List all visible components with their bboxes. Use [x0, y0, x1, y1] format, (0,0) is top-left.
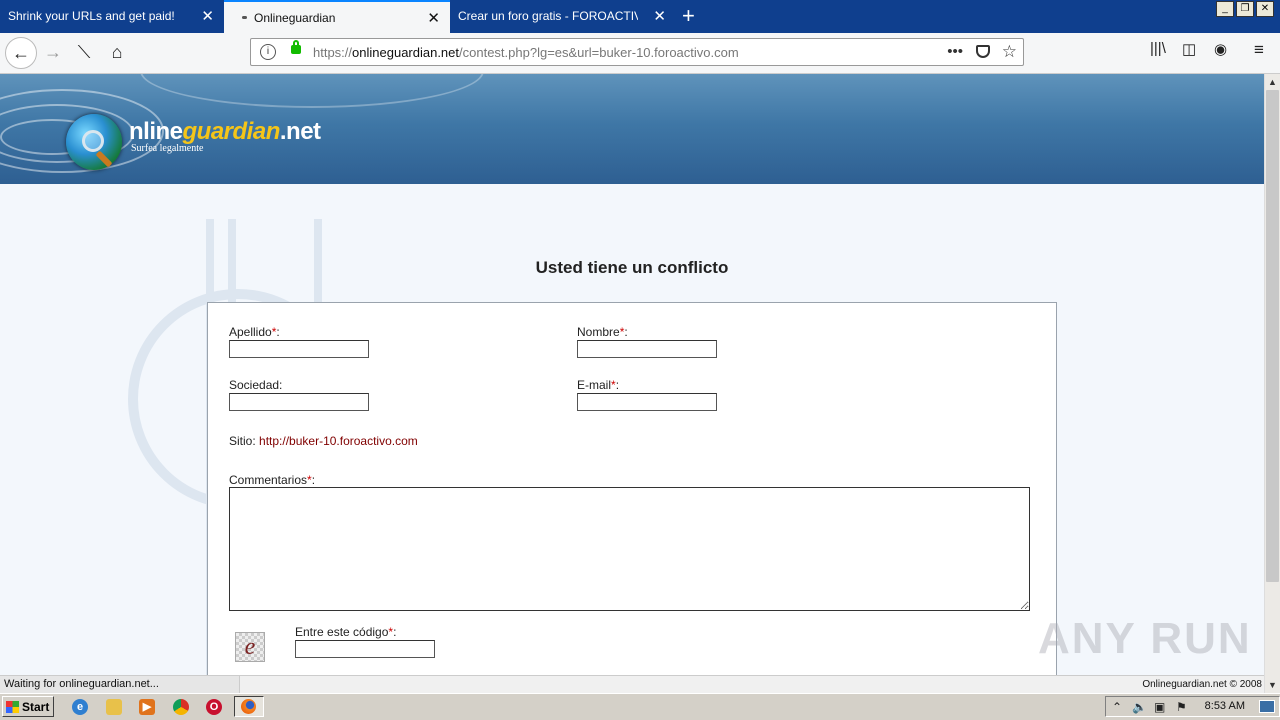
email-label: E-mail*:: [577, 378, 619, 392]
conflict-form: Apellido*: Nombre*: Sociedad: E-mail*: S…: [207, 302, 1057, 675]
volume-icon[interactable]: 🔈: [1132, 699, 1147, 715]
scroll-down-icon[interactable]: ▼: [1265, 677, 1280, 693]
logo-prefix: nline: [129, 118, 183, 145]
label-text: E-mail: [577, 378, 612, 392]
page-actions-icon[interactable]: •••: [947, 39, 963, 65]
sitio-row: Sitio: http://buker-10.foroactivo.com: [229, 434, 418, 448]
label-text: Entre este código: [295, 625, 389, 639]
sitio-label: Sitio:: [229, 434, 256, 448]
label-colon: :: [393, 625, 397, 639]
footer-copyright: Onlineguardian.net © 2008: [1142, 679, 1262, 690]
taskbar: Start e ▶ O ⌃ 🔈 ▣ ⚑ 8:53 AM: [0, 693, 1280, 720]
label-text: Commentarios: [229, 473, 308, 487]
captcha-input[interactable]: [295, 640, 435, 658]
close-tab-icon[interactable]: ✕: [201, 0, 214, 33]
opera-icon[interactable]: O: [206, 699, 222, 715]
comments-label: Commentarios*:: [229, 473, 315, 487]
sitio-link[interactable]: http://buker-10.foroactivo.com: [259, 434, 418, 448]
action-center-flag-icon[interactable]: ⚑: [1176, 699, 1187, 715]
sociedad-input[interactable]: [229, 393, 369, 411]
start-label: Start: [22, 700, 50, 714]
url-path: /contest.php?lg=es&url=buker-10.foroacti…: [459, 45, 739, 60]
nombre-input[interactable]: [577, 340, 717, 358]
tab-onlineguardian[interactable]: Onlineguardian ✕: [224, 0, 450, 33]
page-title: Usted tiene un conflicto: [535, 258, 729, 277]
minimize-icon[interactable]: _: [1216, 1, 1234, 17]
tab-label: Onlineguardian: [254, 11, 336, 25]
site-logo[interactable]: nlineguardian.net: [129, 118, 321, 146]
apellido-label: Apellido*:: [229, 325, 280, 339]
url-domain: onlineguardian.net: [352, 45, 460, 60]
hamburger-menu-icon[interactable]: ≡: [1254, 40, 1264, 60]
site-tagline: Surfea legalmente: [131, 143, 204, 154]
info-icon[interactable]: i: [260, 44, 276, 60]
restore-icon[interactable]: ❐: [1236, 1, 1254, 17]
captcha-image: e: [235, 632, 265, 662]
close-window-icon[interactable]: ✕: [1256, 1, 1274, 17]
window-controls: _ ❐ ✕: [1216, 1, 1274, 17]
url-text[interactable]: https://onlineguardian.net/contest.php?l…: [313, 39, 739, 66]
new-tab-button[interactable]: +: [682, 2, 695, 30]
pocket-icon[interactable]: [976, 45, 990, 58]
decor-swirl: [140, 74, 484, 108]
scroll-up-icon[interactable]: ▲: [1265, 74, 1280, 90]
library-icon[interactable]: |||\: [1150, 40, 1166, 57]
forward-button[interactable]: →: [38, 37, 68, 67]
lock-icon[interactable]: [291, 40, 301, 54]
magnifier-icon: [82, 130, 104, 152]
label-colon: :: [624, 325, 628, 339]
label-colon: :: [615, 378, 620, 392]
email-input[interactable]: [577, 393, 717, 411]
media-player-icon[interactable]: ▶: [139, 699, 155, 715]
logo-suffix: .net: [279, 118, 321, 145]
tab-strip: Shrink your URLs and get paid! ✕ Onlineg…: [0, 0, 1280, 33]
comments-textarea[interactable]: [229, 487, 1030, 611]
firefox-taskbar-button[interactable]: [234, 696, 264, 717]
status-bar: Waiting for onlineguardian.net... Online…: [0, 675, 1264, 694]
label-text: Nombre: [577, 325, 620, 339]
vertical-scrollbar[interactable]: ▲ ▼: [1264, 74, 1280, 693]
captcha-label: Entre este código*:: [295, 625, 396, 639]
clock[interactable]: 8:53 AM: [1205, 697, 1245, 716]
logo-highlight: guardian: [182, 118, 281, 145]
anyrun-watermark: ANY RUN: [1038, 614, 1252, 663]
site-header: nlineguardian.net Surfea legalmente: [0, 74, 1264, 184]
chrome-icon[interactable]: [173, 699, 189, 715]
account-icon[interactable]: ◉: [1214, 40, 1227, 58]
folder-icon[interactable]: [106, 699, 122, 715]
tray-expand-icon[interactable]: ⌃: [1112, 699, 1122, 715]
firefox-icon: [241, 699, 256, 714]
tab-label: Shrink your URLs and get paid!: [8, 9, 175, 23]
label-text: Apellido: [229, 325, 272, 339]
start-button[interactable]: Start: [2, 696, 54, 717]
back-button[interactable]: ←: [5, 37, 37, 69]
url-bar[interactable]: i https://onlineguardian.net/contest.php…: [250, 38, 1024, 66]
apellido-input[interactable]: [229, 340, 369, 358]
url-prefix: https://: [313, 45, 353, 60]
sidebar-icon[interactable]: ◫: [1182, 40, 1196, 58]
page-viewport: nlineguardian.net Surfea legalmente Uste…: [0, 74, 1264, 675]
navigation-toolbar: ← → ⟍ ⌂ i https://onlineguardian.net/con…: [0, 33, 1280, 74]
tab-shrink-urls[interactable]: Shrink your URLs and get paid! ✕: [0, 0, 224, 33]
windows-flag-icon: [6, 701, 19, 713]
status-text: Waiting for onlineguardian.net...: [0, 676, 240, 693]
loading-icon: [242, 16, 247, 19]
sociedad-label: Sociedad:: [229, 378, 283, 392]
tab-label: Crear un foro gratis - FOROACTIVO.COM: [458, 9, 638, 23]
label-colon: :: [276, 325, 280, 339]
home-button[interactable]: ⌂: [102, 37, 132, 67]
close-tab-icon[interactable]: ✕: [653, 0, 666, 33]
network-icon[interactable]: ▣: [1154, 699, 1165, 715]
stop-button[interactable]: ⟍: [69, 37, 99, 67]
label-colon: :: [311, 473, 316, 487]
bookmark-star-icon[interactable]: ☆: [1002, 39, 1017, 65]
tab-foroactivo[interactable]: Crear un foro gratis - FOROACTIVO.COM ✕: [450, 0, 676, 33]
close-tab-icon[interactable]: ✕: [427, 2, 440, 35]
internet-explorer-icon[interactable]: e: [72, 699, 88, 715]
system-tray: ⌃ 🔈 ▣ ⚑ 8:53 AM: [1105, 696, 1280, 717]
scroll-thumb[interactable]: [1266, 90, 1279, 582]
show-desktop-icon[interactable]: [1259, 700, 1275, 713]
nombre-label: Nombre*:: [577, 325, 628, 339]
